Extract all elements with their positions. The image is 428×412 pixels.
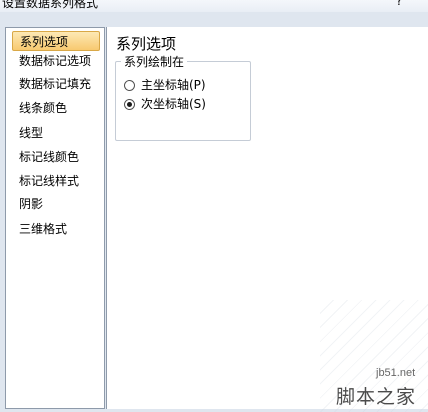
- options-panel: 系列选项 系列绘制在 主坐标轴(P) 次坐标轴(S): [106, 27, 428, 409]
- secondary-axis-option[interactable]: 次坐标轴(S): [124, 95, 206, 113]
- nav-item-marker-options[interactable]: 数据标记选项: [10, 51, 102, 71]
- nav-item-marker-fill[interactable]: 数据标记填充: [10, 74, 102, 94]
- plot-series-on-group: 系列绘制在 主坐标轴(P) 次坐标轴(S): [115, 53, 251, 141]
- watermark-url: jb51.net: [376, 367, 416, 379]
- nav-item-marker-line-color[interactable]: 标记线颜色: [10, 147, 102, 167]
- section-title: 系列选项: [116, 35, 177, 53]
- watermark-logo: 脚本之家: [336, 386, 417, 408]
- radio-checked-icon[interactable]: [124, 99, 135, 110]
- nav-item-line-style[interactable]: 线型: [10, 123, 102, 143]
- title-bar: 设置数据系列格式 ?: [0, 0, 428, 12]
- help-button[interactable]: ?: [396, 0, 402, 8]
- radio-unchecked-icon[interactable]: [124, 80, 135, 91]
- nav-item-marker-line-style[interactable]: 标记线样式: [10, 171, 102, 191]
- secondary-axis-label: 次坐标轴(S): [141, 97, 206, 111]
- nav-item-series-options[interactable]: 系列选项: [12, 31, 100, 51]
- group-legend: 系列绘制在: [121, 53, 188, 70]
- primary-axis-label: 主坐标轴(P): [141, 78, 206, 92]
- nav-item-shadow[interactable]: 阴影: [10, 194, 102, 214]
- window-title: 设置数据系列格式: [2, 0, 99, 10]
- category-nav: 系列选项 数据标记选项 数据标记填充 线条颜色 线型 标记线颜色 标记线样式 阴…: [5, 27, 105, 409]
- primary-axis-option[interactable]: 主坐标轴(P): [124, 76, 206, 94]
- nav-item-3d-format[interactable]: 三维格式: [10, 219, 102, 239]
- nav-item-line-color[interactable]: 线条颜色: [10, 98, 102, 118]
